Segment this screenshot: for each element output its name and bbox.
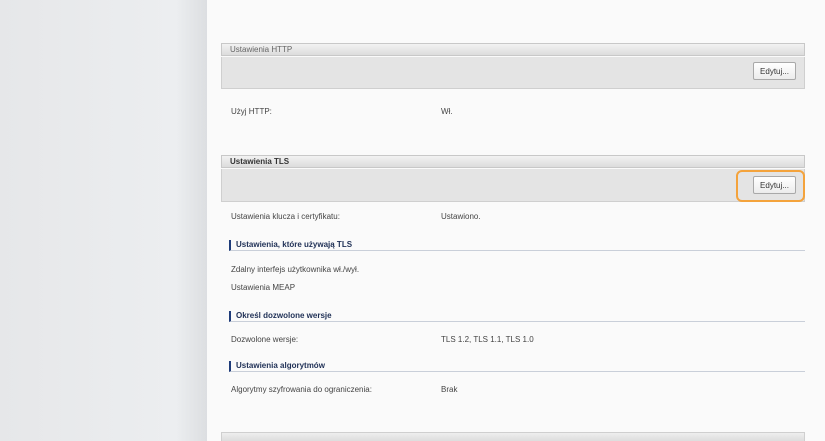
edit-button-highlight [736,170,805,202]
http-settings-header: Ustawienia HTTP [221,43,805,56]
subhead-using-tls: Ustawienia, które używają TLS [229,240,805,251]
next-section-header [221,432,805,441]
algorithms-value: Brak [441,385,458,394]
algorithms-label: Algorytmy szyfrowania do ograniczenia: [231,385,372,394]
key-cert-label: Ustawienia klucza i certyfikatu: [231,212,340,221]
use-http-value: Wł. [441,107,453,116]
key-cert-value: Ustawiono. [441,212,481,221]
remote-ui-item: Zdalny interfejs użytkownika wł./wył. [231,265,360,274]
subhead-algorithms: Ustawienia algorytmów [229,361,805,372]
meap-item: Ustawienia MEAP [231,283,296,292]
allowed-versions-label: Dozwolone wersje: [231,335,299,344]
allowed-versions-value: TLS 1.2, TLS 1.1, TLS 1.0 [441,335,534,344]
http-edit-button[interactable]: Edytuj... [753,62,796,80]
http-settings-title: Ustawienia HTTP [230,45,293,54]
subhead-allowed-versions: Określ dozwolone wersje [229,311,805,322]
use-http-label: Użyj HTTP: [231,107,272,116]
tls-settings-header: Ustawienia TLS [221,155,805,168]
tls-settings-title: Ustawienia TLS [230,157,290,166]
left-navigation-panel [0,0,207,441]
tls-settings-toolbar: Edytuj... [221,169,805,202]
http-settings-toolbar: Edytuj... [221,57,805,89]
